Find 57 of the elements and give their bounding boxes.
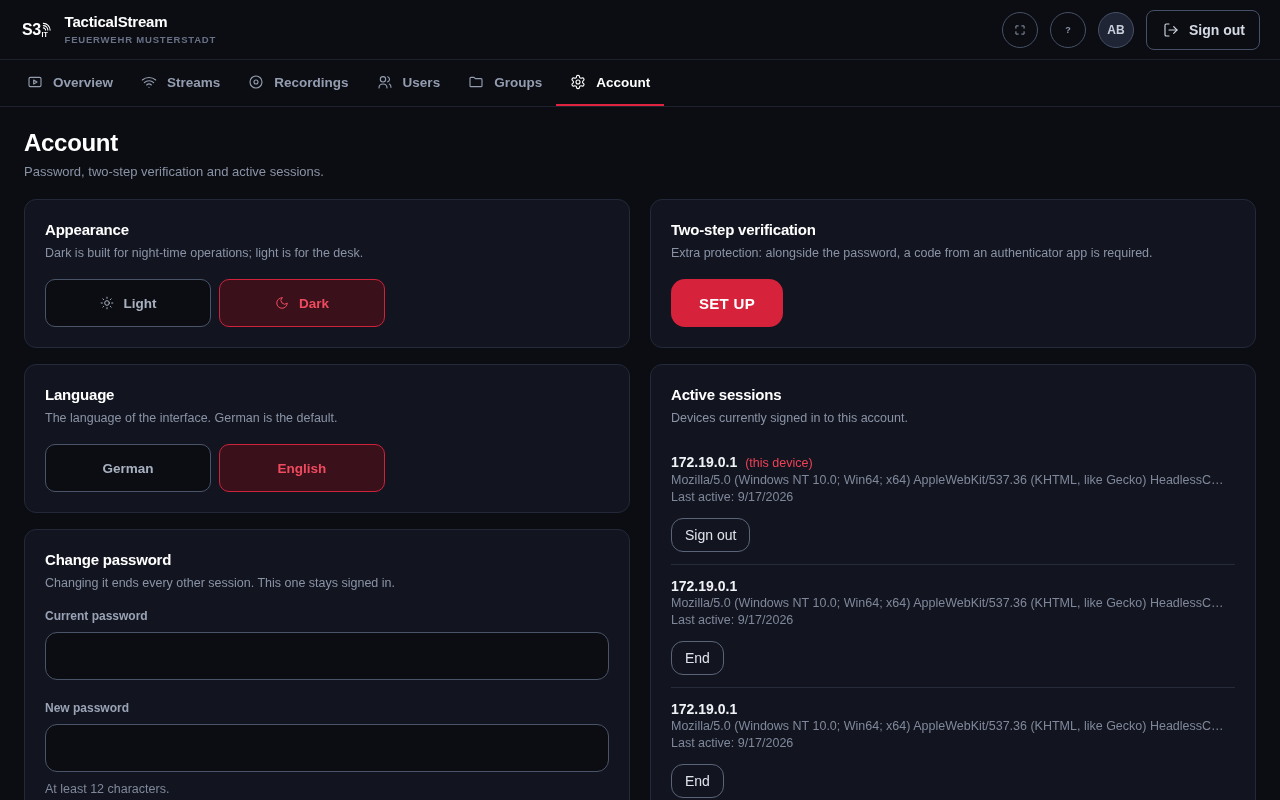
card-title: Change password [45, 550, 173, 570]
moon-icon [275, 296, 289, 310]
card-title: Appearance [45, 220, 130, 240]
session-user-agent: Mozilla/5.0 (Windows NT 10.0; Win64; x64) AppleWebKit/537.36 (KHTML, like Gecko) HeadlessC… [671, 595, 1225, 612]
disc-icon [248, 74, 265, 90]
card-description: Changing it ends every other session. This one stays signed in. [45, 575, 396, 592]
card-description: Devices currently signed in to this account. [671, 410, 909, 427]
sign-out-button[interactable]: Sign out [1146, 9, 1260, 50]
option-button[interactable]: Light [45, 279, 211, 327]
users-icon [376, 74, 393, 90]
session-action-button[interactable]: End [671, 764, 724, 798]
field-label: New password [45, 700, 131, 716]
session-last-active: Last active: 9/17/2026 [671, 735, 795, 752]
page-title: Account [24, 128, 119, 158]
nav-tab[interactable]: Overview [13, 60, 128, 106]
session-user-agent: Mozilla/5.0 (Windows NT 10.0; Win64; x64) AppleWebKit/537.36 (KHTML, like Gecko) HeadlessC… [671, 472, 1225, 489]
logo-mark: S3 [22, 21, 41, 38]
app-title: TacticalStream [64, 13, 169, 31]
session-user-agent: Mozilla/5.0 (Windows NT 10.0; Win64; x64) AppleWebKit/537.36 (KHTML, like Gecko) HeadlessC… [671, 718, 1225, 735]
nav-tab[interactable]: Users [362, 60, 455, 106]
nav-tab[interactable]: Account [556, 60, 665, 106]
password-field[interactable] [45, 724, 609, 772]
nav-tab[interactable]: Streams [127, 60, 235, 106]
field-label: Current password [45, 608, 149, 624]
session-action-button[interactable]: Sign out [671, 518, 751, 552]
card-title: Two-step verification [671, 220, 817, 240]
set-up-button[interactable]: SET UP [671, 279, 783, 327]
option-button[interactable]: Dark [219, 279, 385, 327]
wifi-icon [141, 74, 158, 90]
card-description: The language of the interface. German is the default. [45, 410, 339, 427]
avatar-button[interactable]: AB [1098, 11, 1134, 48]
card-title: Language [45, 385, 116, 405]
session-last-active: Last active: 9/17/2026 [671, 612, 795, 629]
session-last-active: Last active: 9/17/2026 [671, 489, 795, 506]
session-ip: 172.19.0.1 [671, 577, 738, 595]
nav-tab[interactable]: Groups [454, 60, 557, 106]
current-device-tag: (this device) [745, 454, 813, 472]
field-hint: At least 12 characters. [45, 781, 171, 798]
sign-out-icon [1163, 21, 1179, 38]
session-action-button[interactable]: End [671, 641, 724, 675]
video-icon [27, 74, 43, 90]
option-button[interactable]: German [45, 444, 211, 492]
organization-name: FEUERWEHR MUSTERSTADT [64, 34, 217, 46]
fullscreen-icon [1013, 22, 1027, 37]
session-ip: 172.19.0.1 [671, 453, 738, 471]
card-description: Dark is built for night-time operations; light is for the desk. [45, 245, 365, 262]
nav-tab[interactable]: Recordings [234, 60, 363, 106]
card-description: Extra protection: alongside the password, a code from an authenticator app is required. [671, 245, 1154, 262]
session-ip: 172.19.0.1 [671, 700, 738, 718]
option-button[interactable]: English [219, 444, 385, 492]
page-subtitle: Password, two-step verification and active sessions. [24, 163, 325, 181]
password-field[interactable] [45, 632, 609, 680]
settings-icon [570, 74, 587, 90]
signal-arcs-icon [41, 21, 51, 31]
sun-icon [99, 296, 114, 310]
folder-icon [468, 74, 485, 90]
card-title: Active sessions [671, 385, 783, 405]
